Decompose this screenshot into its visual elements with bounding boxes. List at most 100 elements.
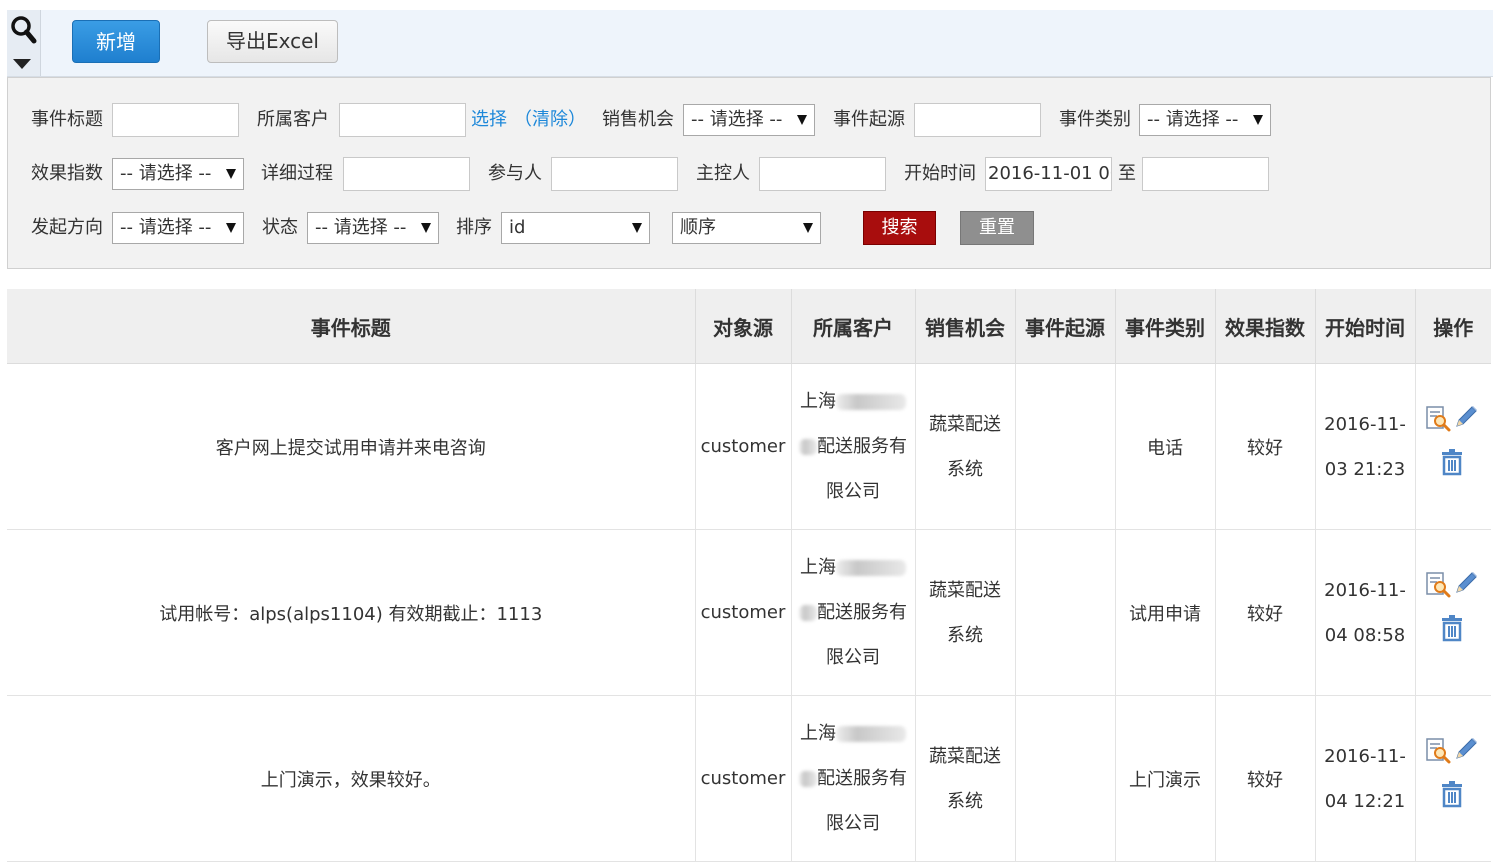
start-time-label: 开始时间: [904, 163, 976, 184]
opportunity-cell: 蔬菜配送 系统: [914, 529, 1015, 696]
chevron-down-icon: [803, 223, 813, 233]
export-excel-button[interactable]: 导出Excel: [207, 20, 338, 63]
view-record-icon[interactable]: [1425, 406, 1451, 432]
direction-select-value: -- 请选择 --: [120, 217, 212, 238]
sort-order-value: 顺序: [680, 217, 716, 238]
to-label: 至: [1118, 163, 1136, 184]
title-filter-input[interactable]: [112, 103, 239, 137]
actions-cell: [1414, 363, 1491, 530]
sort-field-select[interactable]: id: [501, 212, 650, 244]
view-record-icon[interactable]: [1425, 738, 1451, 764]
effect-select-value: -- 请选择 --: [120, 163, 212, 184]
category-cell: 上门演示: [1114, 695, 1215, 862]
view-record-icon[interactable]: [1425, 572, 1451, 598]
customer-filter-label: 所属客户: [257, 109, 329, 130]
table-header-row: 事件标题 对象源 所属客户 销售机会 事件起源 事件类别 效果指数 开始时间 操…: [7, 289, 1491, 364]
category-select[interactable]: -- 请选择 --: [1139, 104, 1271, 136]
add-button[interactable]: 新增: [72, 20, 160, 63]
chevron-down-icon: [421, 223, 431, 233]
customer-name-line1: 上海: [800, 557, 836, 578]
column-header-start-time[interactable]: 开始时间: [1314, 289, 1415, 364]
reset-button[interactable]: 重置: [960, 211, 1034, 245]
chevron-down-icon: [226, 223, 236, 233]
origin-cell: [1014, 695, 1115, 862]
magnifier-icon: [11, 16, 37, 44]
source-cell: customer: [694, 695, 791, 862]
actions-cell: [1414, 695, 1491, 862]
redacted-mask: [799, 605, 817, 621]
participant-filter-input[interactable]: [551, 157, 678, 191]
start-time-line2: 03 21:23: [1324, 458, 1406, 480]
redacted-mask: [836, 726, 906, 742]
chevron-down-icon: [632, 223, 642, 233]
toolbar: 新增 导出Excel: [7, 10, 1493, 77]
event-title-cell: 试用帐号：alps(alps1104) 有效期截止：1113: [7, 529, 695, 696]
origin-filter-input[interactable]: [914, 103, 1041, 137]
start-time-cell: 2016-11- 03 21:23: [1314, 363, 1415, 530]
opportunity-line1: 蔬菜配送: [929, 579, 1001, 601]
start-time-from-input[interactable]: 2016-11-01 00: [985, 157, 1112, 191]
customer-cell: 上海 配送服务有 限公司: [790, 529, 915, 696]
pencil-icon[interactable]: [1453, 570, 1479, 596]
customer-name-line3: 限公司: [826, 647, 880, 668]
column-header-customer[interactable]: 所属客户: [790, 289, 915, 364]
status-select[interactable]: -- 请选择 --: [307, 212, 439, 244]
origin-filter-label: 事件起源: [833, 109, 905, 130]
pencil-icon[interactable]: [1453, 404, 1479, 430]
events-table: 事件标题 对象源 所属客户 销售机会 事件起源 事件类别 效果指数 开始时间 操…: [7, 289, 1491, 862]
customer-name-line3: 限公司: [826, 481, 880, 502]
pencil-icon[interactable]: [1453, 736, 1479, 762]
search-toggle-button[interactable]: [7, 10, 41, 76]
table-row: 上门演示，效果较好。 customer 上海 配送服务有 限公司 蔬菜配送 系统…: [7, 695, 1491, 862]
detail-filter-label: 详细过程: [261, 163, 333, 184]
customer-name-line2: 配送服务有: [817, 768, 907, 789]
column-header-origin[interactable]: 事件起源: [1014, 289, 1115, 364]
origin-cell: [1014, 529, 1115, 696]
select-customer-link[interactable]: 选择: [471, 103, 507, 137]
column-header-source[interactable]: 对象源: [694, 289, 791, 364]
opportunity-line2: 系统: [947, 458, 983, 480]
table-row: 试用帐号：alps(alps1104) 有效期截止：1113 customer …: [7, 529, 1491, 696]
start-time-line1: 2016-11-: [1324, 413, 1406, 435]
effect-cell: 较好: [1214, 529, 1315, 696]
effect-cell: 较好: [1214, 695, 1315, 862]
search-button[interactable]: 搜索: [863, 211, 936, 245]
column-header-effect[interactable]: 效果指数: [1214, 289, 1315, 364]
source-cell: customer: [694, 363, 791, 530]
start-time-line2: 04 12:21: [1324, 790, 1406, 812]
actions-cell: [1414, 529, 1491, 696]
trash-icon[interactable]: [1439, 448, 1465, 476]
customer-cell: 上海 配送服务有 限公司: [790, 363, 915, 530]
customer-name-line2: 配送服务有: [817, 602, 907, 623]
customer-filter-input[interactable]: [339, 103, 466, 137]
trash-icon[interactable]: [1439, 614, 1465, 642]
event-title-cell: 上门演示，效果较好。: [7, 695, 695, 862]
sort-order-select[interactable]: 顺序: [672, 212, 821, 244]
trash-icon[interactable]: [1439, 780, 1465, 808]
caret-down-icon[interactable]: [13, 59, 31, 69]
opportunity-select-value: -- 请选择 --: [691, 109, 783, 130]
detail-filter-input[interactable]: [343, 157, 470, 191]
chevron-down-icon: [1253, 115, 1263, 125]
column-header-category[interactable]: 事件类别: [1114, 289, 1215, 364]
status-filter-label: 状态: [262, 217, 298, 238]
opportunity-cell: 蔬菜配送 系统: [914, 695, 1015, 862]
column-header-opportunity[interactable]: 销售机会: [914, 289, 1015, 364]
category-cell: 试用申请: [1114, 529, 1215, 696]
opportunity-line1: 蔬菜配送: [929, 745, 1001, 767]
opportunity-filter-label: 销售机会: [602, 109, 674, 130]
direction-select[interactable]: -- 请选择 --: [112, 212, 244, 244]
status-select-value: -- 请选择 --: [315, 217, 407, 238]
effect-select[interactable]: -- 请选择 --: [112, 158, 244, 190]
chevron-down-icon: [797, 115, 807, 125]
start-time-cell: 2016-11- 04 08:58: [1314, 529, 1415, 696]
opportunity-select[interactable]: -- 请选择 --: [683, 104, 815, 136]
start-time-line1: 2016-11-: [1324, 579, 1406, 601]
clear-customer-link[interactable]: （清除）: [514, 103, 586, 137]
start-time-to-input[interactable]: [1142, 157, 1269, 191]
column-header-title[interactable]: 事件标题: [7, 289, 695, 364]
category-cell: 电话: [1114, 363, 1215, 530]
customer-name-line3: 限公司: [826, 813, 880, 834]
participant-filter-label: 参与人: [488, 163, 542, 184]
owner-filter-input[interactable]: [759, 157, 886, 191]
